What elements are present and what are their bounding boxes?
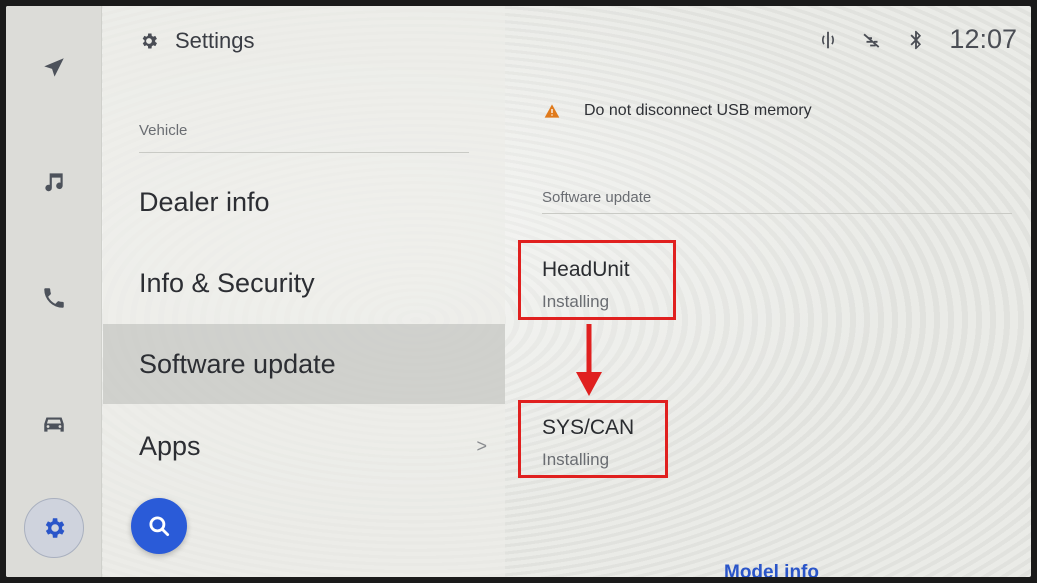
menu-item-apps[interactable]: Apps > — [103, 406, 505, 486]
phone-icon — [44, 288, 64, 308]
media-button[interactable] — [24, 152, 84, 212]
down-arrow-icon — [576, 324, 602, 396]
highlight-box-headunit — [518, 240, 676, 320]
clock: 12:07 — [949, 24, 1017, 54]
menu-item-label: Apps — [139, 430, 201, 461]
infotainment-screen: Settings Vehicle Dealer info Info & Secu… — [6, 6, 1031, 577]
search-button[interactable] — [131, 498, 187, 554]
menu-item-info-security[interactable]: Info & Security — [103, 243, 505, 323]
menu-item-label: Software update — [139, 348, 336, 379]
menu-item-label: Dealer info — [139, 186, 270, 217]
warning-text: Do not disconnect USB memory — [584, 102, 812, 119]
icon-rail — [6, 6, 102, 577]
usb-warning: Do not disconnect USB memory — [544, 102, 812, 120]
search-icon — [149, 516, 170, 537]
car-icon — [44, 417, 64, 432]
navigation-arrow-icon — [44, 58, 64, 77]
wireless-charging-icon — [822, 31, 835, 48]
section-divider — [139, 152, 469, 153]
page-title: Settings — [175, 28, 255, 53]
seat-heater-off-icon — [863, 33, 880, 48]
settings-button[interactable] — [24, 498, 84, 558]
status-bar: 12:07 — [817, 24, 1017, 55]
menu-item-label: Info & Security — [139, 267, 315, 298]
settings-menu: Settings Vehicle Dealer info Info & Secu… — [103, 6, 505, 577]
section-divider — [542, 213, 1012, 214]
phone-button[interactable] — [24, 268, 84, 328]
gear-icon — [45, 518, 65, 538]
warning-icon — [544, 104, 560, 118]
chevron-right-icon: > — [476, 435, 487, 456]
menu-item-dealer-info[interactable]: Dealer info — [103, 162, 505, 242]
gear-icon — [142, 33, 157, 49]
highlight-box-sys-can — [518, 400, 668, 478]
vehicle-button[interactable] — [24, 394, 84, 454]
section-label-software-update: Software update — [542, 189, 652, 206]
model-info-link[interactable]: Model info — [724, 562, 819, 577]
menu-item-software-update[interactable]: Software update — [103, 324, 505, 404]
settings-header: Settings — [139, 28, 255, 54]
bluetooth-icon — [910, 30, 922, 49]
section-label-vehicle: Vehicle — [139, 122, 188, 139]
navigation-button[interactable] — [24, 38, 84, 98]
music-note-icon — [45, 173, 63, 192]
